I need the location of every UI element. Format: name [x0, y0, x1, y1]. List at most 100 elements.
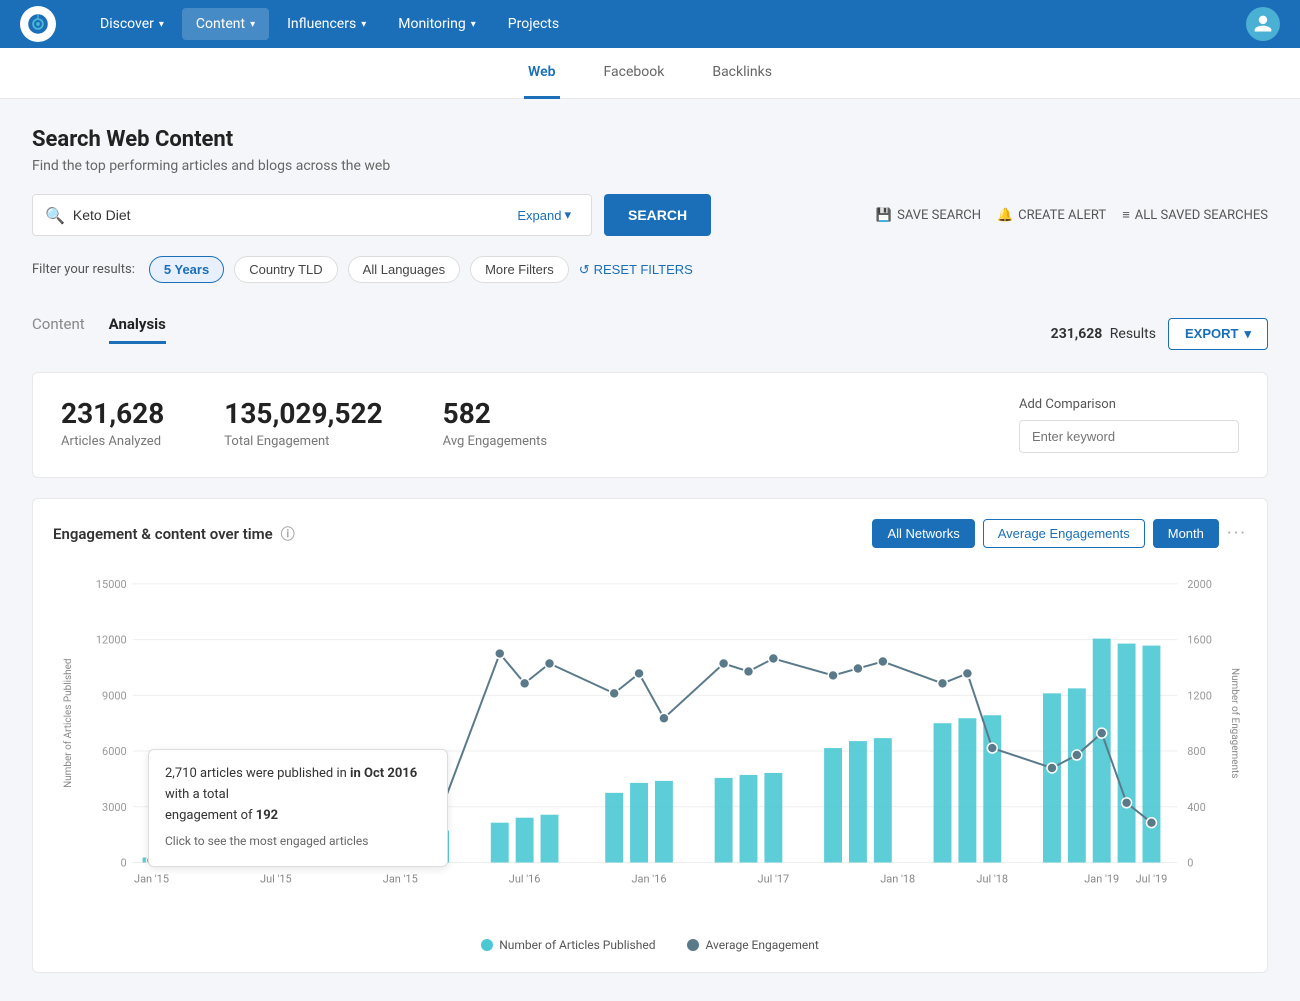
tab-web[interactable]: Web: [524, 48, 560, 99]
legend-line-label: Average Engagement: [705, 938, 818, 952]
nav-items: Discover ▾ Content ▾ Influencers ▾ Monit…: [86, 8, 1246, 40]
chevron-down-icon: ▾: [1244, 326, 1251, 342]
chevron-down-icon: ▾: [564, 207, 571, 223]
comparison-input[interactable]: [1019, 420, 1239, 453]
filter-label: Filter your results:: [32, 262, 135, 277]
create-alert-link[interactable]: 🔔 CREATE ALERT: [997, 208, 1106, 223]
page-tabs: Web Facebook Backlinks: [0, 48, 1300, 99]
tooltip-cta[interactable]: Click to see the most engaged articles: [165, 832, 431, 851]
svg-text:Jan '15: Jan '15: [134, 872, 169, 885]
svg-text:12000: 12000: [96, 634, 127, 647]
chart-legend: Number of Articles Published Average Eng…: [53, 938, 1247, 952]
save-icon: 💾: [876, 208, 892, 223]
tab-analysis[interactable]: Analysis: [109, 307, 166, 344]
svg-text:9000: 9000: [102, 689, 127, 702]
chart-header: Engagement & content over time ⓘ All Net…: [53, 519, 1247, 548]
svg-text:3000: 3000: [102, 801, 127, 814]
all-saved-searches-link[interactable]: ≡ ALL SAVED SEARCHES: [1122, 207, 1268, 223]
tab-facebook[interactable]: Facebook: [600, 48, 669, 99]
svg-text:Jan '16: Jan '16: [632, 872, 667, 885]
nav-content[interactable]: Content ▾: [182, 8, 269, 40]
stat-avg-label: Avg Engagements: [443, 434, 547, 449]
svg-text:15000: 15000: [96, 578, 127, 591]
search-button[interactable]: SEARCH: [604, 194, 711, 236]
svg-text:2000: 2000: [1187, 578, 1212, 591]
filter-country-tld[interactable]: Country TLD: [234, 256, 337, 283]
search-icon: 🔍: [45, 206, 65, 225]
svg-text:Jan '18: Jan '18: [880, 872, 915, 885]
content-tabs: Content Analysis: [32, 307, 166, 344]
nav-projects[interactable]: Projects: [494, 8, 573, 40]
svg-text:0: 0: [1187, 856, 1193, 869]
tooltip-engagement: engagement of 192: [165, 806, 431, 827]
svg-text:6000: 6000: [102, 745, 127, 758]
svg-text:Jul '19: Jul '19: [1136, 872, 1168, 885]
list-icon: ≡: [1122, 207, 1130, 223]
chart-svg: 15000 12000 9000 6000 3000 0 2000 1600 1…: [53, 564, 1247, 922]
tab-content[interactable]: Content: [32, 307, 85, 344]
stat-avg-value: 582: [443, 397, 547, 430]
svg-text:Number of Articles Published: Number of Articles Published: [63, 658, 74, 787]
bell-icon: 🔔: [997, 208, 1013, 223]
filter-5years[interactable]: 5 Years: [149, 256, 224, 283]
svg-text:1600: 1600: [1187, 634, 1212, 647]
nav-monitoring[interactable]: Monitoring ▾: [384, 8, 490, 40]
search-actions: 💾 SAVE SEARCH 🔔 CREATE ALERT ≡ ALL SAVED…: [876, 207, 1268, 223]
legend-line: Average Engagement: [687, 938, 818, 952]
save-search-link[interactable]: 💾 SAVE SEARCH: [876, 208, 981, 223]
filter-all-languages[interactable]: All Languages: [348, 256, 460, 283]
chart-title: Engagement & content over time ⓘ: [53, 524, 295, 544]
stat-articles-value: 231,628: [61, 397, 164, 430]
filter-more[interactable]: More Filters: [470, 256, 569, 283]
svg-text:Number of Engagements: Number of Engagements: [1229, 668, 1240, 778]
legend-dot-gray: [687, 939, 699, 951]
search-box: 🔍 Expand ▾: [32, 194, 592, 236]
legend-bars: Number of Articles Published: [481, 938, 655, 952]
page-title: Search Web Content: [32, 127, 1268, 152]
stat-engagement-value: 135,029,522: [224, 397, 382, 430]
tab-backlinks[interactable]: Backlinks: [708, 48, 776, 99]
chevron-down-icon: ▾: [159, 19, 164, 30]
add-comparison: Add Comparison: [1019, 397, 1239, 453]
more-options-icon[interactable]: ···: [1227, 523, 1247, 544]
search-row: 🔍 Expand ▾ SEARCH 💾 SAVE SEARCH 🔔 CREATE…: [32, 194, 1268, 236]
results-header: Content Analysis 231,628 Results EXPORT …: [32, 307, 1268, 360]
stat-articles: 231,628 Articles Analyzed: [61, 397, 164, 449]
stat-engagement: 135,029,522 Total Engagement: [224, 397, 382, 449]
info-icon[interactable]: ⓘ: [281, 524, 295, 544]
avg-engagements-button[interactable]: Average Engagements: [983, 519, 1145, 548]
expand-button[interactable]: Expand ▾: [509, 207, 579, 223]
svg-text:Jan '19: Jan '19: [1084, 872, 1119, 885]
export-button[interactable]: EXPORT ▾: [1168, 318, 1268, 350]
stat-avg: 582 Avg Engagements: [443, 397, 547, 449]
svg-text:Jan '15: Jan '15: [383, 872, 418, 885]
tooltip-text: 2,710 articles were published in in Oct …: [165, 766, 417, 802]
nav-influencers[interactable]: Influencers ▾: [273, 8, 380, 40]
chart-card: Engagement & content over time ⓘ All Net…: [32, 498, 1268, 973]
page-subtitle: Find the top performing articles and blo…: [32, 158, 1268, 174]
stats-card: 231,628 Articles Analyzed 135,029,522 To…: [32, 372, 1268, 478]
chart-tooltip: 2,710 articles were published in in Oct …: [148, 749, 448, 867]
reset-filters-button[interactable]: ↺ RESET FILTERS: [579, 262, 693, 278]
filter-row: Filter your results: 5 Years Country TLD…: [32, 256, 1268, 283]
svg-text:0: 0: [120, 856, 126, 869]
search-input[interactable]: [73, 207, 509, 223]
svg-text:Jul '15: Jul '15: [260, 872, 292, 885]
main-content: Search Web Content Find the top performi…: [0, 99, 1300, 1001]
all-networks-button[interactable]: All Networks: [872, 519, 974, 548]
nav-discover[interactable]: Discover ▾: [86, 8, 178, 40]
stat-engagement-label: Total Engagement: [224, 434, 382, 449]
chart-area: 15000 12000 9000 6000 3000 0 2000 1600 1…: [53, 564, 1247, 926]
chevron-down-icon: ▾: [361, 19, 366, 30]
svg-text:1200: 1200: [1187, 689, 1212, 702]
svg-text:400: 400: [1187, 801, 1205, 814]
month-button[interactable]: Month: [1153, 519, 1219, 548]
svg-text:Jul '16: Jul '16: [509, 872, 541, 885]
logo[interactable]: [20, 6, 56, 42]
chevron-down-icon: ▾: [250, 19, 255, 30]
legend-dot-cyan: [481, 939, 493, 951]
user-avatar[interactable]: [1246, 7, 1280, 41]
chart-controls: All Networks Average Engagements Month ·…: [872, 519, 1247, 548]
top-navigation: Discover ▾ Content ▾ Influencers ▾ Monit…: [0, 0, 1300, 48]
svg-text:Jul '18: Jul '18: [976, 872, 1008, 885]
